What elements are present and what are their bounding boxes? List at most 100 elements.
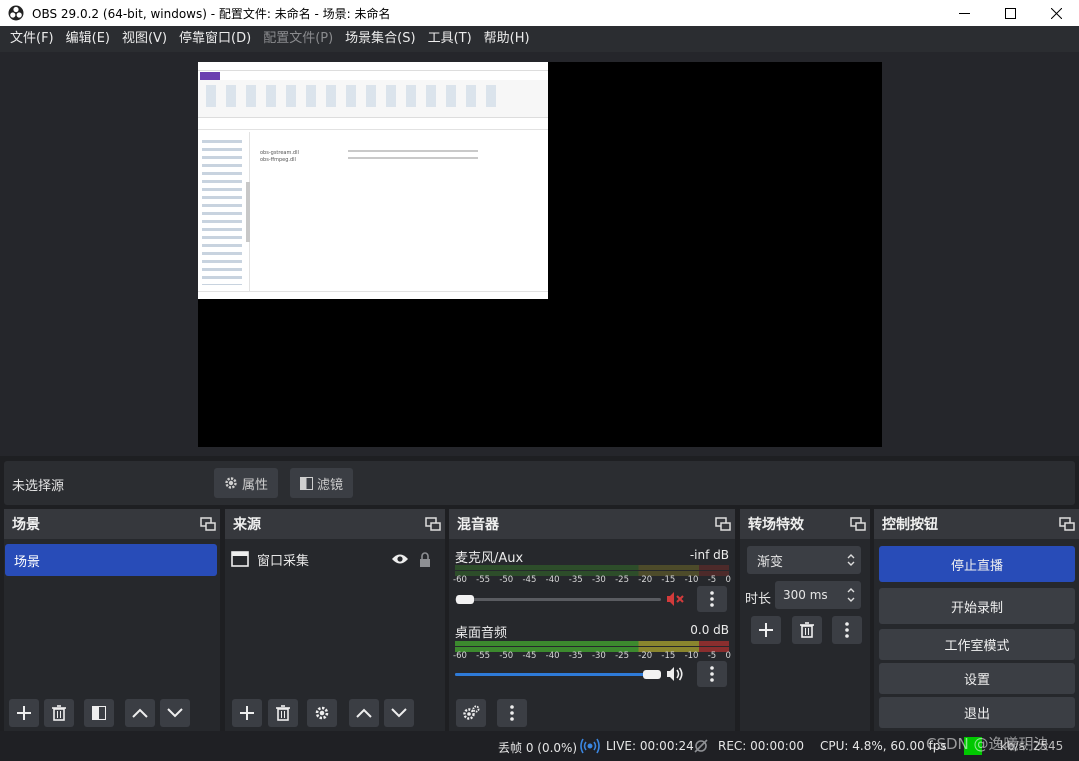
meter-tick-label: -35	[568, 651, 583, 661]
source-name: 窗口采集	[257, 553, 310, 569]
meter-tick-label: -55	[476, 651, 491, 661]
meter-tick-label: -55	[476, 575, 491, 585]
meter-tick-label: -35	[568, 575, 583, 585]
scenes-dock-header: 场景	[4, 509, 220, 539]
explorer-file-1: obs-gstream.dll	[260, 150, 299, 156]
captured-window-preview: obs-gstream.dll obs-ffmpeg.dll	[198, 62, 548, 299]
start-recording-button[interactable]: 开始录制	[879, 588, 1075, 624]
mixer-title: 混音器	[457, 517, 499, 533]
desktop-volume-fill	[455, 673, 649, 676]
more-vertical-icon	[845, 622, 849, 638]
add-transition-button[interactable]	[751, 616, 781, 644]
plus-icon	[759, 623, 773, 637]
filter-icon	[300, 476, 313, 490]
transition-menu-button[interactable]	[832, 616, 862, 644]
mic-volume-slider[interactable]	[455, 598, 661, 601]
no-source-label: 未选择源	[12, 479, 65, 494]
meter-tick-label: -45	[522, 575, 537, 585]
transitions-title: 转场特效	[748, 517, 804, 533]
source-properties-button[interactable]	[307, 699, 337, 727]
meter-tick-label: -5	[707, 651, 717, 661]
meter-tick-label: -30	[591, 575, 606, 585]
remove-scene-button[interactable]	[44, 699, 74, 727]
trash-icon	[52, 705, 66, 721]
stop-streaming-button[interactable]: 停止直播	[879, 546, 1075, 582]
meter-tick-label: -10	[684, 651, 699, 661]
mic-volume-knob[interactable]	[456, 595, 474, 604]
desktop-channel-name: 桌面音频	[455, 626, 508, 641]
mic-options-button[interactable]	[697, 586, 727, 612]
desktop-volume-knob[interactable]	[643, 670, 661, 679]
maximize-button[interactable]	[987, 0, 1033, 26]
settings-button[interactable]: 设置	[879, 663, 1075, 694]
updown-chevron-icon	[847, 554, 855, 566]
trash-icon	[800, 622, 814, 638]
duration-spinbox[interactable]: 300 ms	[775, 581, 861, 609]
audio-settings-button[interactable]	[456, 699, 486, 727]
scene-list-item[interactable]: 场景	[5, 544, 217, 576]
lock-icon[interactable]	[419, 551, 431, 567]
minimize-button[interactable]	[941, 0, 987, 26]
controls-title: 控制按钮	[882, 517, 938, 533]
undock-icon[interactable]	[715, 516, 731, 532]
watermark: CSDN @逸曦玥泱	[926, 735, 1049, 753]
live-time: LIVE: 00:00:24	[606, 739, 694, 753]
explorer-file-2: obs-ffmpeg.dll	[260, 157, 296, 163]
menu-help[interactable]: 帮助(H)	[478, 26, 536, 52]
menu-scene-collection[interactable]: 场景集合(S)	[339, 26, 421, 52]
meter-tick-label: -40	[545, 575, 560, 585]
spin-arrows-icon[interactable]	[847, 587, 855, 603]
mic-channel-db: -inf dB	[689, 548, 729, 562]
close-window-button[interactable]	[1033, 0, 1079, 26]
muted-speaker-icon[interactable]	[666, 591, 684, 607]
gear-icon	[315, 706, 329, 720]
move-source-up-button[interactable]	[349, 699, 379, 727]
exit-button[interactable]: 退出	[879, 697, 1075, 728]
remove-source-button[interactable]	[268, 699, 298, 727]
undock-icon[interactable]	[1059, 516, 1075, 532]
undock-icon[interactable]	[425, 516, 441, 532]
menu-tools[interactable]: 工具(T)	[422, 26, 478, 52]
menu-bar: 文件(F) 编辑(E) 视图(V) 停靠窗口(D) 配置文件(P) 场景集合(S…	[0, 26, 1079, 52]
transition-select[interactable]: 渐变	[747, 546, 861, 574]
scene-filters-button[interactable]	[84, 699, 114, 727]
source-list-item[interactable]: 窗口采集	[231, 545, 439, 573]
properties-label: 属性	[242, 477, 269, 493]
mixer-menu-button[interactable]	[497, 699, 527, 727]
undock-icon[interactable]	[200, 516, 216, 532]
menu-profile[interactable]: 配置文件(P)	[257, 26, 339, 52]
chevron-down-icon	[391, 708, 407, 718]
scenes-dock: 场景 场景	[4, 509, 220, 731]
menu-edit[interactable]: 编辑(E)	[60, 26, 116, 52]
meter-tick-label: -50	[499, 651, 514, 661]
menu-docks[interactable]: 停靠窗口(D)	[173, 26, 257, 52]
remove-transition-button[interactable]	[792, 616, 822, 644]
more-vertical-icon	[710, 666, 714, 682]
plus-icon	[17, 706, 31, 720]
menu-view[interactable]: 视图(V)	[116, 26, 173, 52]
move-source-down-button[interactable]	[384, 699, 414, 727]
speaker-icon[interactable]	[666, 666, 684, 682]
duration-value: 300 ms	[783, 588, 828, 602]
move-scene-up-button[interactable]	[125, 699, 155, 727]
scenes-title: 场景	[12, 517, 40, 533]
more-vertical-icon	[710, 591, 714, 607]
add-scene-button[interactable]	[9, 699, 39, 727]
sources-title: 来源	[233, 517, 261, 533]
visibility-eye-icon[interactable]	[391, 553, 409, 565]
undock-icon[interactable]	[850, 516, 866, 532]
window-capture-icon	[231, 551, 249, 567]
mixer-dock: 混音器 麦克风/Aux -inf dB -60 -55 -50 -45 -40 -35 -3…	[449, 509, 735, 731]
move-scene-down-button[interactable]	[160, 699, 190, 727]
desktop-channel-db: 0.0 dB	[690, 623, 729, 637]
add-source-button[interactable]	[232, 699, 262, 727]
properties-button[interactable]: 属性	[214, 468, 279, 498]
chevron-down-icon	[167, 708, 183, 718]
mic-meter-scale: -60 -55 -50 -45 -40 -35 -30 -25 -20 -15 -10 -5 0	[453, 575, 731, 585]
menu-file[interactable]: 文件(F)	[4, 26, 60, 52]
desktop-options-button[interactable]	[697, 661, 727, 687]
desktop-level-meter	[455, 641, 729, 646]
filters-button[interactable]: 滤镜	[290, 468, 354, 498]
meter-tick-label: -40	[545, 651, 560, 661]
studio-mode-button[interactable]: 工作室模式	[879, 629, 1075, 660]
